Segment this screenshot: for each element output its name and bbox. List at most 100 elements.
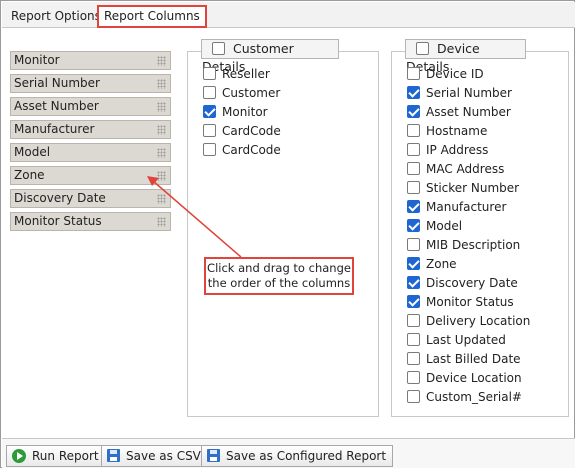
device-details-option[interactable]: Sticker Number: [407, 179, 519, 198]
drag-handle-icon[interactable]: [157, 79, 166, 89]
column-chip-discovery-date[interactable]: Discovery Date: [10, 189, 171, 208]
play-icon: [12, 448, 26, 463]
device-details-option-label: Sticker Number: [426, 181, 520, 195]
tab-bar: Report Options Report Columns: [2, 2, 575, 28]
save-icon: [207, 449, 220, 462]
device-details-option-label: MIB Description: [426, 238, 521, 252]
column-chip-monitor[interactable]: Monitor: [10, 51, 171, 70]
device-details-option-checkbox[interactable]: [407, 257, 420, 270]
customer-details-option-checkbox[interactable]: [203, 143, 216, 156]
save-as-configured-report-button[interactable]: Save as Configured Report: [201, 445, 394, 467]
customer-details-option-checkbox[interactable]: [203, 86, 216, 99]
customer-details-option[interactable]: Monitor: [203, 103, 268, 122]
device-details-option[interactable]: Last Billed Date: [407, 350, 521, 369]
device-details-option[interactable]: Asset Number: [407, 103, 511, 122]
save-as-configured-report-label: Save as Configured Report: [226, 449, 387, 463]
customer-details-option-label: Customer: [222, 86, 281, 100]
drag-handle-icon[interactable]: [157, 125, 166, 135]
device-details-select-all-checkbox[interactable]: [416, 42, 429, 55]
device-details-option[interactable]: Model: [407, 217, 462, 236]
device-details-option-checkbox[interactable]: [407, 276, 420, 289]
column-chip-label: Discovery Date: [14, 191, 106, 205]
drag-hint-callout: Click and drag to change the order of th…: [204, 257, 354, 295]
column-chip-asset-number[interactable]: Asset Number: [10, 97, 171, 116]
device-details-header[interactable]: Device Details: [405, 39, 526, 74]
tab-report-options[interactable]: Report Options: [6, 6, 106, 28]
device-details-option[interactable]: Delivery Location: [407, 312, 530, 331]
device-details-option[interactable]: Last Updated: [407, 331, 506, 350]
device-details-option[interactable]: IP Address: [407, 141, 488, 160]
customer-details-option[interactable]: Customer: [203, 84, 280, 103]
customer-details-header[interactable]: Customer Details: [201, 39, 339, 74]
customer-details-option[interactable]: Reseller: [203, 65, 270, 84]
save-as-csv-button[interactable]: Save as CSV: [101, 445, 208, 467]
device-details-option-checkbox[interactable]: [407, 86, 420, 99]
device-details-option[interactable]: Hostname: [407, 122, 487, 141]
column-chip-zone[interactable]: Zone: [10, 166, 171, 185]
column-chip-label: Zone: [14, 168, 45, 182]
customer-details-option[interactable]: CardCode: [203, 141, 281, 160]
device-details-option[interactable]: Discovery Date: [407, 274, 518, 293]
device-details-option[interactable]: MIB Description: [407, 236, 520, 255]
column-chip-monitor-status[interactable]: Monitor Status: [10, 212, 171, 231]
device-details-option[interactable]: Custom_Serial#: [407, 388, 522, 407]
device-details-option-label: Custom_Serial#: [426, 390, 522, 404]
device-details-option-checkbox[interactable]: [407, 67, 420, 80]
customer-details-option-label: CardCode: [222, 124, 281, 138]
device-details-option-checkbox[interactable]: [407, 105, 420, 118]
tab-report-columns[interactable]: Report Columns: [97, 5, 207, 28]
drag-handle-icon[interactable]: [157, 194, 166, 204]
device-details-option-checkbox[interactable]: [407, 124, 420, 137]
device-details-option-checkbox[interactable]: [407, 295, 420, 308]
customer-details-option[interactable]: CardCode: [203, 122, 281, 141]
column-chip-label: Model: [14, 145, 51, 159]
customer-details-option-label: CardCode: [222, 143, 281, 157]
drag-handle-icon[interactable]: [157, 56, 166, 66]
device-details-option[interactable]: Zone: [407, 255, 457, 274]
device-details-option[interactable]: Device ID: [407, 65, 484, 84]
device-details-option[interactable]: Manufacturer: [407, 198, 506, 217]
device-details-option-label: Asset Number: [426, 105, 511, 119]
column-chip-model[interactable]: Model: [10, 143, 171, 162]
customer-details-option-checkbox[interactable]: [203, 124, 216, 137]
column-chip-manufacturer[interactable]: Manufacturer: [10, 120, 171, 139]
customer-details-option-checkbox[interactable]: [203, 105, 216, 118]
device-details-option[interactable]: Serial Number: [407, 84, 512, 103]
bottom-toolbar: Run Report Save as CSV Save as Configure…: [2, 438, 575, 468]
customer-details-select-all-checkbox[interactable]: [212, 42, 225, 55]
drag-handle-icon[interactable]: [157, 102, 166, 112]
save-icon: [107, 449, 120, 462]
device-details-option-checkbox[interactable]: [407, 200, 420, 213]
run-report-button[interactable]: Run Report: [6, 445, 106, 467]
column-chip-label: Asset Number: [14, 99, 99, 113]
device-details-option-checkbox[interactable]: [407, 219, 420, 232]
device-details-option-label: IP Address: [426, 143, 489, 157]
column-chip-serial-number[interactable]: Serial Number: [10, 74, 171, 93]
column-chip-label: Monitor: [14, 53, 60, 67]
device-details-option-checkbox[interactable]: [407, 333, 420, 346]
device-details-option-label: MAC Address: [426, 162, 505, 176]
device-details-option[interactable]: Device Location: [407, 369, 522, 388]
drag-handle-icon[interactable]: [157, 171, 166, 181]
device-details-option-label: Monitor Status: [426, 295, 514, 309]
device-details-option-label: Discovery Date: [426, 276, 518, 290]
device-details-option-checkbox[interactable]: [407, 162, 420, 175]
device-details-option-label: Device ID: [426, 67, 484, 81]
device-details-option-label: Device Location: [426, 371, 522, 385]
device-details-option-checkbox[interactable]: [407, 390, 420, 403]
device-details-option[interactable]: MAC Address: [407, 160, 504, 179]
device-details-option-checkbox[interactable]: [407, 181, 420, 194]
device-details-option-checkbox[interactable]: [407, 314, 420, 327]
device-details-option-label: Serial Number: [426, 86, 512, 100]
device-details-option-checkbox[interactable]: [407, 143, 420, 156]
report-columns-window: Report Options Report Columns Monitor Se…: [0, 0, 575, 468]
callout-line-2: the order of the columns: [207, 276, 351, 290]
customer-details-option-checkbox[interactable]: [203, 67, 216, 80]
drag-handle-icon[interactable]: [157, 217, 166, 227]
device-details-option[interactable]: Monitor Status: [407, 293, 514, 312]
device-details-option-checkbox[interactable]: [407, 238, 420, 251]
customer-details-option-label: Monitor: [222, 105, 268, 119]
drag-handle-icon[interactable]: [157, 148, 166, 158]
device-details-option-checkbox[interactable]: [407, 371, 420, 384]
device-details-option-checkbox[interactable]: [407, 352, 420, 365]
